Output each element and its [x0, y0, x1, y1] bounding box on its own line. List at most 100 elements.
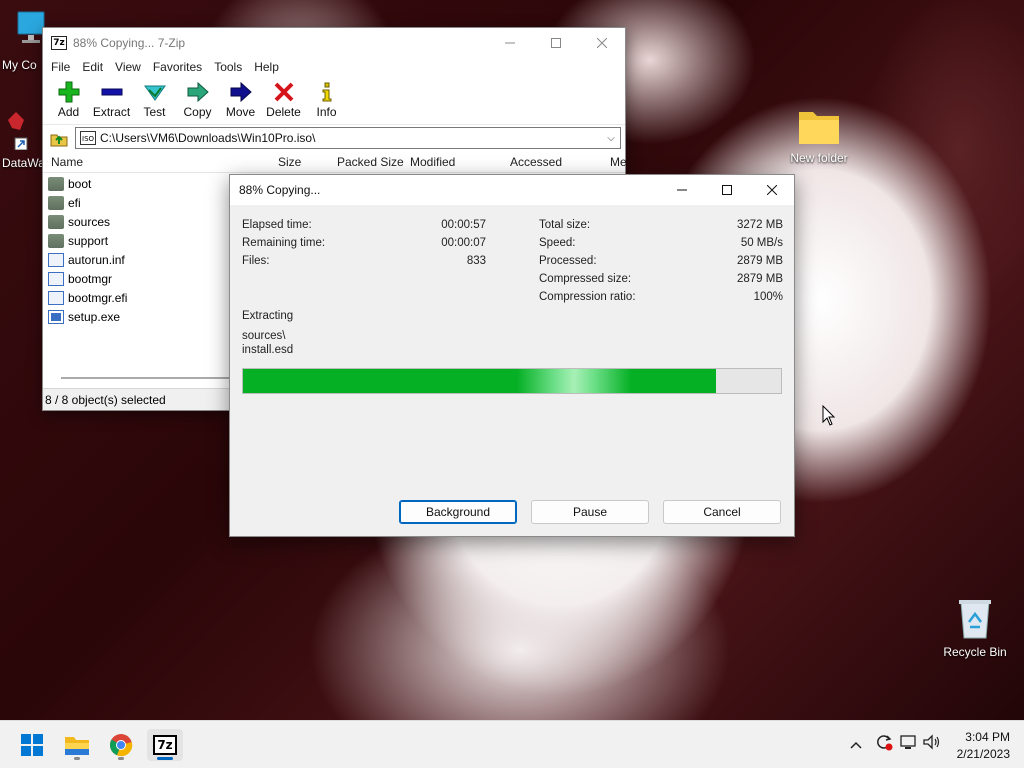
recycle-bin-icon: [959, 600, 991, 639]
mouse-cursor-icon: [822, 405, 836, 426]
folder-icon: [48, 233, 64, 248]
desktop-icon-label: Recycle Bin: [943, 645, 1007, 659]
add-button[interactable]: Add: [47, 77, 90, 124]
close-button[interactable]: [579, 28, 625, 57]
desktop-icon-new-folder[interactable]: New folder: [781, 104, 857, 165]
start-button[interactable]: [14, 729, 50, 761]
copy-label: Copy: [183, 105, 212, 119]
move-button[interactable]: Move: [219, 77, 262, 124]
exe-icon: [48, 309, 64, 324]
path-input[interactable]: ISO C:\Users\VM6\Downloads\Win10Pro.iso\…: [75, 127, 621, 149]
delete-x-icon: [274, 82, 293, 102]
chevron-up-icon[interactable]: [848, 736, 864, 752]
extract-label: Extract: [92, 105, 131, 119]
file-icon: [48, 252, 64, 267]
menu-view[interactable]: View: [109, 60, 147, 74]
column-headers: Name Size Packed Size Modified Accessed …: [43, 151, 627, 173]
7zip-icon: 7z: [51, 35, 67, 50]
pause-button[interactable]: Pause: [531, 500, 649, 524]
total-size-value: 3272 MB: [736, 219, 783, 231]
column-modified[interactable]: Modified: [410, 155, 455, 169]
elapsed-time-label: Elapsed time:: [242, 219, 312, 231]
chevron-down-icon[interactable]: ⌵: [602, 133, 620, 144]
status-text: 8 / 8 object(s) selected: [45, 392, 166, 407]
dialog-title-bar: 88% Copying...: [230, 175, 794, 205]
minimize-button[interactable]: [487, 28, 533, 57]
operation-label: Extracting: [242, 310, 294, 322]
volume-icon[interactable]: [920, 734, 944, 753]
menu-file[interactable]: File: [45, 60, 76, 74]
taskbar: 7z 3:04 PM 2/21/2023: [0, 720, 1024, 768]
minimize-icon: [505, 42, 515, 43]
cancel-button[interactable]: Cancel: [663, 500, 781, 524]
remaining-time-value: 00:00:07: [441, 237, 486, 249]
active-indicator: [157, 757, 173, 760]
menu-edit[interactable]: Edit: [76, 60, 109, 74]
compressed-size-value: 2879 MB: [736, 273, 783, 285]
system-tray: [848, 733, 944, 754]
close-icon: [597, 37, 607, 48]
extract-button[interactable]: Extract: [90, 77, 133, 124]
file-name: sources: [68, 214, 111, 229]
maximize-icon: [551, 37, 561, 48]
clock[interactable]: 3:04 PM 2/21/2023: [957, 729, 1010, 763]
clock-date: 2/21/2023: [956, 747, 1010, 761]
7zip-taskbar-button[interactable]: 7z: [147, 729, 183, 761]
clock-time: 3:04 PM: [965, 730, 1010, 744]
delete-label: Delete: [266, 105, 301, 119]
column-accessed[interactable]: Accessed: [510, 155, 562, 169]
dialog-title: 88% Copying...: [239, 183, 321, 197]
processed-label: Processed:: [539, 255, 597, 267]
delete-button[interactable]: Delete: [262, 77, 305, 124]
running-indicator: [74, 757, 80, 760]
column-packed-size[interactable]: Packed Size: [337, 155, 404, 169]
files-label: Files:: [242, 255, 270, 267]
copy-progress-dialog: 88% Copying... Elapsed time: 00:00:57 Re…: [229, 174, 795, 537]
add-label: Add: [57, 105, 80, 119]
sync-alert-icon[interactable]: [870, 733, 898, 754]
background-button[interactable]: Background: [399, 500, 517, 524]
toolbar: Add Extract Test Copy Move Delete Info: [43, 77, 625, 125]
info-button[interactable]: Info: [305, 77, 348, 124]
minimize-icon: [676, 189, 687, 191]
dialog-minimize-button[interactable]: [659, 175, 704, 205]
file-icon: [48, 290, 64, 305]
file-explorer-button[interactable]: [59, 729, 95, 761]
monitor-icon: [17, 11, 45, 43]
folder-icon: [48, 176, 64, 191]
horizontal-scrollbar[interactable]: [61, 377, 251, 379]
file-name: boot: [68, 176, 92, 191]
maximize-button[interactable]: [533, 28, 579, 57]
column-size[interactable]: Size: [278, 155, 301, 169]
chrome-button[interactable]: [103, 729, 139, 761]
title-bar: 7z 88% Copying... 7-Zip: [43, 28, 625, 57]
window-title: 88% Copying... 7-Zip: [73, 35, 186, 50]
menu-help[interactable]: Help: [248, 60, 285, 74]
folder-up-button[interactable]: [47, 127, 71, 149]
desktop-icon-my-computer[interactable]: My Co: [2, 10, 46, 72]
progress-bar: [242, 368, 782, 394]
column-name[interactable]: Name: [51, 155, 83, 169]
menu-tools[interactable]: Tools: [208, 60, 248, 74]
move-label: Move: [225, 105, 256, 119]
desktop-icon-label: My Co: [2, 58, 37, 72]
desktop-icon-label: New folder: [790, 151, 848, 165]
test-button[interactable]: Test: [133, 77, 176, 124]
file-name: bootmgr.efi: [68, 290, 128, 305]
current-file: install.esd: [242, 344, 294, 356]
column-more[interactable]: Me: [610, 155, 627, 169]
dialog-close-button[interactable]: [749, 175, 794, 205]
elapsed-time-value: 00:00:57: [441, 219, 486, 231]
svg-text:ISO: ISO: [82, 135, 95, 143]
current-path: sources\: [242, 330, 286, 342]
desktop-icon-datawarrior[interactable]: DataWa: [2, 108, 46, 170]
copy-button[interactable]: Copy: [176, 77, 219, 124]
test-icon: [143, 85, 166, 101]
compression-ratio-value: 100%: [753, 291, 783, 303]
dialog-maximize-button[interactable]: [704, 175, 749, 205]
extract-icon: [101, 88, 122, 96]
network-icon[interactable]: [898, 734, 920, 753]
desktop-icon-recycle-bin[interactable]: Recycle Bin: [940, 596, 1010, 659]
compressed-size-label: Compressed size:: [539, 273, 632, 285]
menu-favorites[interactable]: Favorites: [147, 60, 208, 74]
